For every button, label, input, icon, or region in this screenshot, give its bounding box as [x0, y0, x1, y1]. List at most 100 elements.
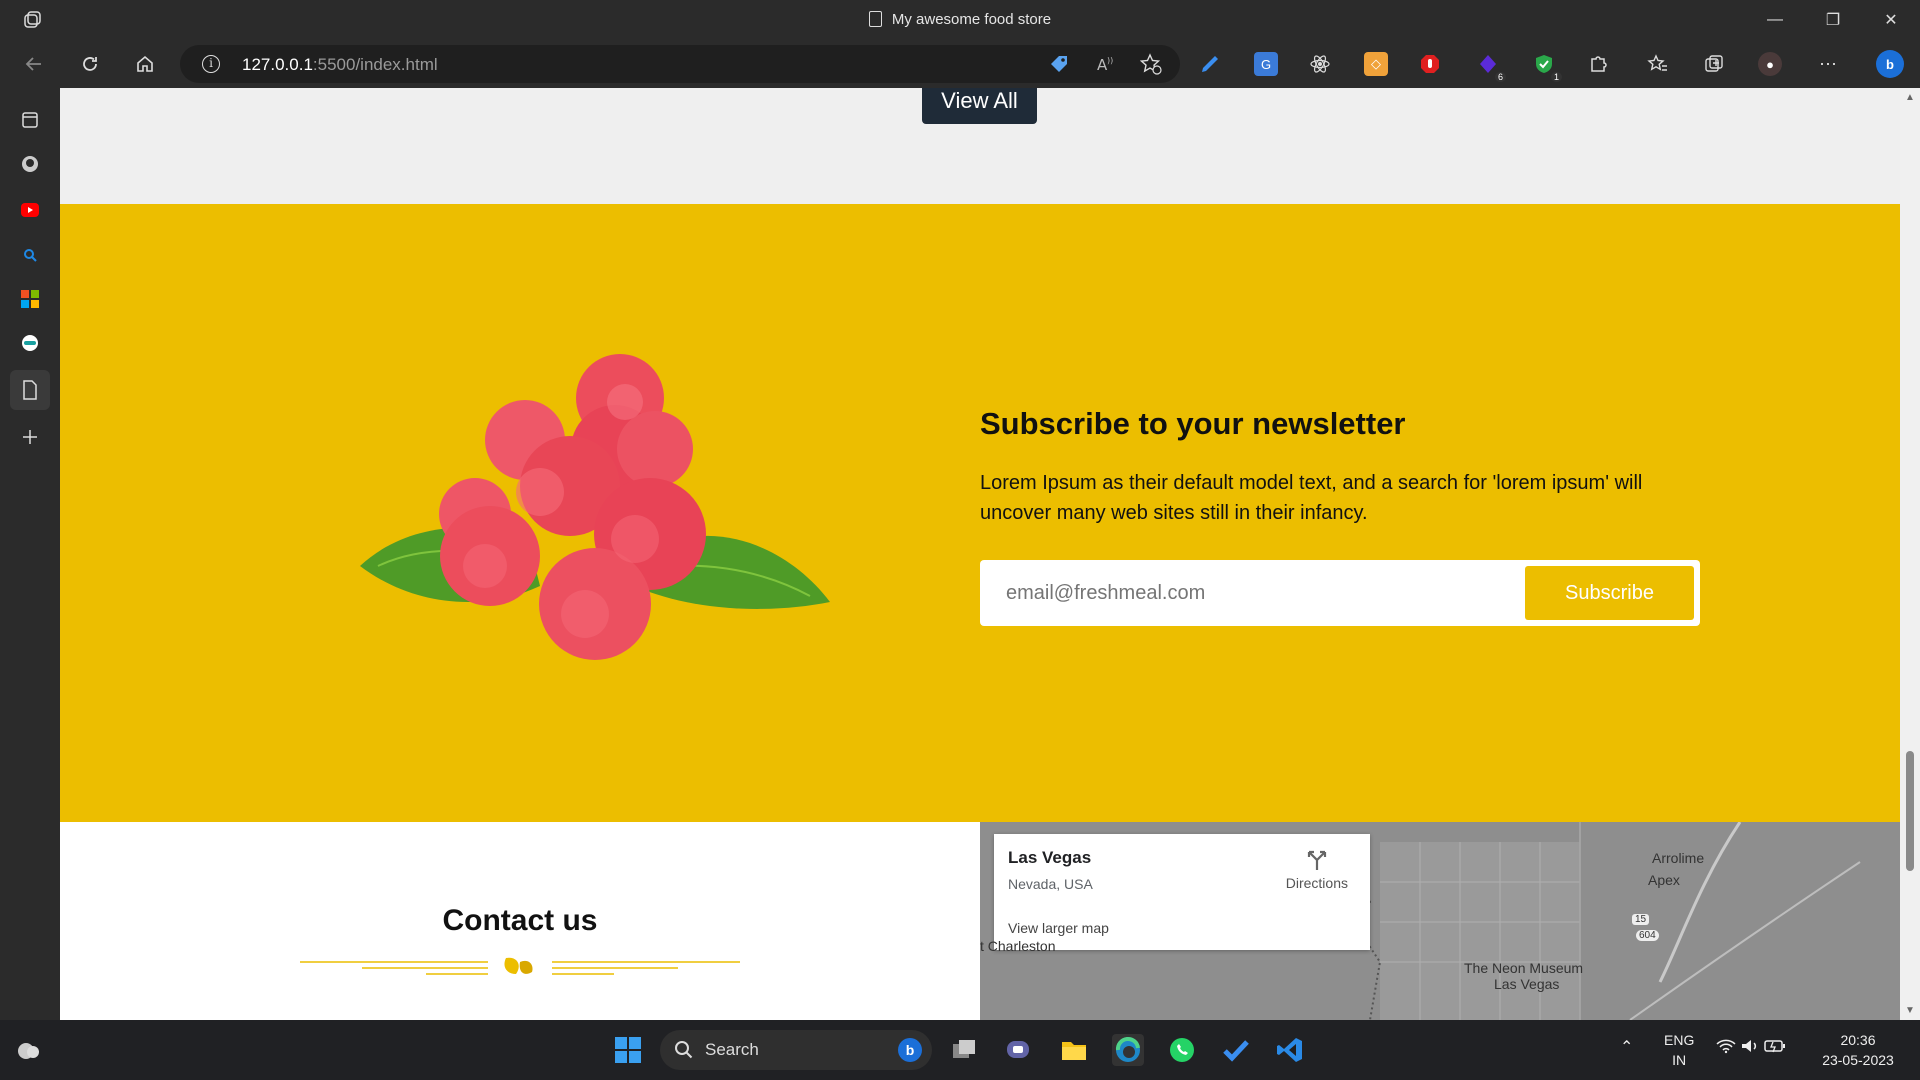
address-bar[interactable]: i 127.0.0.1:5500/index.html A)) — [180, 45, 1180, 83]
adblock-extension-icon[interactable] — [1418, 52, 1442, 76]
collections-icon[interactable] — [1702, 52, 1726, 76]
back-button[interactable] — [18, 48, 50, 80]
file-explorer-icon[interactable] — [1058, 1034, 1090, 1066]
clock-date: 23-05-2023 — [1822, 1052, 1894, 1068]
vscode-icon[interactable] — [1274, 1034, 1306, 1066]
title-bar: My awesome food store — ❐ ✕ — [0, 0, 1920, 40]
battery-icon — [1764, 1040, 1785, 1053]
home-icon — [137, 55, 153, 72]
directions-icon — [1307, 850, 1326, 870]
newsletter-description: Lorem Ipsum as their default model text,… — [980, 472, 1643, 524]
favorites-icon[interactable] — [1646, 52, 1670, 76]
directions-button[interactable]: Directions — [1286, 848, 1348, 891]
map-label: The Neon Museum — [1464, 960, 1584, 976]
volume-icon — [1741, 1040, 1756, 1052]
scroll-down-arrow-icon[interactable]: ▼ — [1905, 1005, 1915, 1016]
language-code: ENG — [1664, 1032, 1695, 1048]
address-bar-actions: A)) — [1048, 53, 1162, 75]
close-button[interactable]: ✕ — [1862, 0, 1920, 40]
map-region: Nevada, USA — [1008, 876, 1093, 892]
map-label: t Charleston — [980, 938, 1056, 954]
newsletter-title: Subscribe to your newsletter — [980, 406, 1406, 441]
teams-chat-icon[interactable] — [1002, 1034, 1034, 1066]
purple-extension-icon[interactable]: 6 — [1476, 52, 1506, 82]
refresh-button[interactable] — [74, 48, 106, 80]
taskbar-search-label: Search — [705, 1040, 759, 1059]
start-button[interactable] — [612, 1034, 644, 1066]
embedded-map[interactable]: Las Vegas Nevada, USA View larger map Di… — [980, 822, 1900, 1020]
interstate-shield: 15 — [1632, 914, 1650, 925]
raspberries-image — [360, 354, 830, 660]
read-aloud-icon[interactable]: A)) — [1094, 53, 1116, 75]
subscribe-form: Subscribe — [980, 560, 1700, 626]
todo-icon[interactable] — [1220, 1034, 1252, 1066]
url-text[interactable]: 127.0.0.1:5500/index.html — [242, 55, 438, 75]
react-devtools-icon[interactable] — [1308, 52, 1332, 76]
show-hidden-icons-icon[interactable]: ⌃ — [1620, 1038, 1633, 1058]
youtube-icon[interactable] — [18, 198, 42, 222]
view-larger-map-link[interactable]: View larger map — [1008, 920, 1109, 936]
home-button[interactable] — [129, 48, 161, 80]
extensions-icon[interactable] — [1586, 52, 1610, 76]
wifi-icon — [1716, 1039, 1736, 1054]
scroll-up-arrow-icon[interactable]: ▲ — [1905, 92, 1915, 103]
system-tray-icons[interactable] — [1716, 1038, 1786, 1059]
extension-badge-count: 1 — [1550, 72, 1562, 82]
add-sidebar-icon[interactable] — [18, 425, 42, 449]
scrollbar-thumb[interactable] — [1906, 751, 1914, 871]
document-sidebar-icon[interactable] — [10, 370, 50, 410]
clock[interactable]: 20:36 23-05-2023 — [1818, 1030, 1898, 1070]
orange-extension-icon[interactable]: ◇ — [1364, 52, 1388, 76]
translate-extension-icon[interactable]: G — [1254, 52, 1278, 76]
map-label: Arrolime — [1652, 850, 1705, 866]
url-path: :5500/index.html — [312, 55, 438, 74]
whatsapp-icon[interactable] — [1166, 1034, 1198, 1066]
document-icon — [868, 11, 882, 27]
tab-title: My awesome food store — [891, 11, 1052, 28]
search-icon — [675, 1041, 693, 1059]
back-arrow-icon — [25, 57, 41, 71]
shield-extension-icon[interactable]: 1 — [1532, 52, 1562, 82]
view-all-button[interactable]: View All — [922, 88, 1037, 124]
map-label: Las Vegas — [1494, 976, 1560, 992]
svg-text:)): )) — [1107, 56, 1113, 65]
email-input[interactable] — [994, 570, 1514, 616]
contact-title: Contact us — [442, 904, 598, 937]
highway-shield: 604 — [1636, 930, 1659, 941]
tab-actions-icon[interactable] — [18, 108, 42, 132]
language-indicator[interactable]: ENG IN — [1664, 1030, 1694, 1070]
clock-time: 20:36 — [1840, 1032, 1876, 1048]
leaf-divider-icon — [300, 957, 740, 975]
map-label: Apex — [1648, 872, 1680, 888]
task-view-icon[interactable] — [948, 1034, 980, 1066]
subscribe-button[interactable]: Subscribe — [1525, 566, 1694, 620]
microsoft-office-icon[interactable] — [18, 287, 42, 311]
extension-badge-count: 6 — [1494, 72, 1506, 82]
profile-avatar[interactable]: ● — [1758, 52, 1782, 76]
map-info-card: Las Vegas Nevada, USA View larger map Di… — [994, 834, 1370, 950]
bing-icon[interactable]: b — [898, 1038, 922, 1062]
shopping-tag-icon[interactable] — [1048, 53, 1070, 75]
contact-section: Contact us — [60, 822, 980, 1020]
search-sidebar-icon[interactable] — [18, 243, 42, 267]
bing-copilot-icon[interactable]: b — [1876, 50, 1904, 78]
webpage-viewport: View All Subscribe to your newsletter Lo… — [60, 88, 1900, 1020]
newsletter-section: Subscribe to your newsletter Lorem Ipsum… — [60, 204, 1900, 822]
page-scrollbar[interactable]: ▲ ▼ — [1900, 88, 1920, 1020]
github-icon[interactable] — [18, 152, 42, 176]
site-info-icon[interactable]: i — [202, 55, 220, 73]
restore-button[interactable]: ❐ — [1804, 0, 1862, 40]
region-code: IN — [1672, 1052, 1687, 1068]
edge-browser-icon[interactable] — [1112, 1034, 1144, 1066]
minimize-button[interactable]: — — [1746, 0, 1804, 40]
pen-extension-icon[interactable] — [1198, 52, 1222, 76]
directions-label: Directions — [1285, 875, 1348, 891]
add-favorite-icon[interactable] — [1140, 53, 1162, 75]
games-icon[interactable] — [18, 331, 42, 355]
taskbar-search-box[interactable]: Search b — [660, 1030, 932, 1070]
window-title: My awesome food store — [0, 11, 1920, 28]
more-menu-icon[interactable]: ⋯ — [1816, 52, 1840, 76]
map-city-name: Las Vegas — [1008, 848, 1092, 867]
weather-widget-icon[interactable] — [12, 1034, 44, 1066]
windows-taskbar: Search b ⌃ ENG IN 20:36 23-05-2023 — [0, 1020, 1920, 1080]
